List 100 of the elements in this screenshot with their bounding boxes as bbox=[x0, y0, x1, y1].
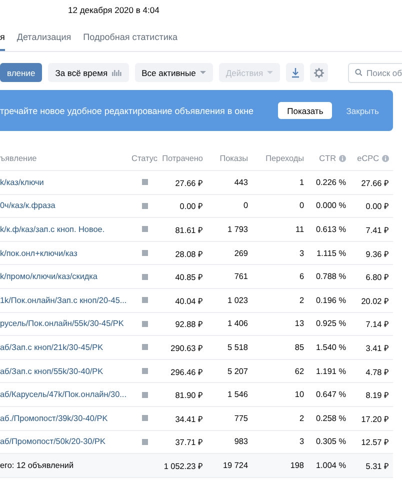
table-cell: 761 bbox=[207, 265, 252, 289]
table-cell: 443 bbox=[207, 171, 252, 195]
download-icon bbox=[290, 68, 300, 78]
ad-link[interactable]: аб./Промопост/39k/30-40/PK bbox=[0, 414, 108, 423]
info-icon bbox=[382, 155, 389, 162]
ad-link[interactable]: k/пок.онл+ключи/каз bbox=[0, 248, 78, 258]
table-cell: 0.788 % bbox=[308, 265, 350, 289]
table-cell: 3 bbox=[252, 242, 308, 266]
table-cell: 1 bbox=[252, 171, 308, 195]
table-cell: 2 bbox=[252, 288, 308, 313]
table-cell: 17.20 ₽ bbox=[350, 406, 393, 431]
total-cell: 1.004 % bbox=[308, 454, 350, 478]
table-cell: 4.78 ₽ bbox=[350, 360, 393, 384]
info-icon bbox=[339, 155, 346, 162]
ad-link[interactable]: 1k/Пок.онлайн/Зап.с кноп/20-45... bbox=[0, 296, 127, 305]
settings-button[interactable] bbox=[310, 63, 328, 82]
ad-link[interactable]: русель/Пок.онлайн/55k/30-45/PK bbox=[0, 319, 124, 328]
table-cell: 290.63 ₽ bbox=[161, 336, 207, 360]
chart-icon bbox=[112, 69, 122, 76]
table-cell: 34.41 ₽ bbox=[161, 406, 207, 431]
table-cell: 20.02 ₽ bbox=[350, 288, 393, 313]
show-button[interactable]: Показать bbox=[278, 102, 332, 119]
total-cell: 19 724 bbox=[207, 454, 252, 478]
stopped-status-icon bbox=[142, 320, 148, 327]
stopped-status-icon bbox=[142, 392, 148, 398]
table-cell: 0.000 % bbox=[308, 194, 350, 218]
column-header: Переходы bbox=[252, 147, 308, 171]
stopped-status-icon bbox=[142, 297, 148, 304]
table-cell: 5 207 bbox=[207, 360, 252, 384]
tab[interactable]: я bbox=[0, 22, 5, 51]
table-cell: 85 bbox=[252, 336, 308, 360]
table-cell: 0.196 % bbox=[308, 288, 350, 313]
table-cell: 81.90 ₽ bbox=[161, 383, 207, 407]
stopped-status-icon bbox=[142, 344, 148, 350]
table-cell: 40.85 ₽ bbox=[161, 265, 207, 289]
table-cell: 3.41 ₽ bbox=[350, 336, 393, 360]
ad-link[interactable]: аб/Зап.с кноп/55k/30-40/PK bbox=[0, 366, 104, 376]
create-ad-button[interactable]: вление bbox=[0, 63, 42, 82]
ad-link[interactable]: аб/Зап.с кноп/21k/30-45/PK bbox=[0, 342, 104, 352]
caret-icon bbox=[267, 70, 274, 74]
banner-text: тречайте новое удобное редактирование объявления в окне bbox=[0, 106, 255, 116]
stopped-status-icon bbox=[142, 226, 148, 232]
table-cell: 62 bbox=[252, 360, 308, 384]
status-filter-dropdown[interactable]: Все активные bbox=[134, 63, 213, 82]
table-cell: 81.61 ₽ bbox=[161, 218, 207, 242]
update-date: 12 декабря 2020 в 4:04 bbox=[67, 4, 160, 17]
stopped-status-icon bbox=[142, 274, 148, 280]
table-cell: 775 bbox=[207, 406, 252, 431]
column-header: Потрачено bbox=[161, 147, 207, 171]
table-cell: 1 023 bbox=[207, 288, 252, 313]
table-cell: 1.191 % bbox=[308, 360, 350, 384]
ad-link[interactable]: аб/Промопост/50k/20-30/PK bbox=[0, 437, 106, 446]
stopped-status-icon bbox=[142, 415, 148, 422]
table-cell: 2 bbox=[252, 406, 308, 431]
total-cell: 198 bbox=[252, 454, 308, 478]
table-cell: 0.925 % bbox=[308, 312, 350, 336]
table-cell: 0.226 % bbox=[308, 171, 350, 195]
download-button[interactable] bbox=[286, 63, 304, 82]
table-cell: 11 bbox=[252, 218, 308, 242]
ad-link[interactable]: k/промо/ключи/каз/скидка bbox=[0, 272, 98, 282]
tab[interactable]: Детализация bbox=[16, 22, 72, 51]
table-cell: 7.41 ₽ bbox=[350, 218, 393, 242]
column-header: ъявление bbox=[0, 147, 128, 171]
total-label: его: 12 объявлений bbox=[0, 454, 128, 478]
table-cell: 27.66 ₽ bbox=[350, 171, 393, 195]
table-cell: 0.00 ₽ bbox=[350, 194, 393, 218]
stopped-status-icon bbox=[142, 250, 148, 256]
table-cell: 9.36 ₽ bbox=[350, 242, 393, 266]
table-cell: 92.88 ₽ bbox=[161, 312, 207, 336]
table-cell: 269 bbox=[207, 242, 252, 266]
table-cell: 40.04 ₽ bbox=[161, 288, 207, 313]
table-cell: 1.115 % bbox=[308, 242, 350, 266]
settings-icon bbox=[314, 68, 324, 78]
table-cell: 28.08 ₽ bbox=[161, 242, 207, 266]
table-cell: 1 546 bbox=[207, 383, 252, 407]
column-header: Статус bbox=[128, 147, 161, 171]
table-cell: 1 406 bbox=[207, 312, 252, 336]
table-cell: 296.46 ₽ bbox=[161, 360, 207, 384]
caret-icon bbox=[200, 70, 206, 74]
period-button[interactable]: За всё время bbox=[48, 63, 129, 82]
table-cell: 5 518 bbox=[207, 336, 252, 360]
stopped-status-icon bbox=[142, 179, 148, 186]
search-icon bbox=[355, 68, 362, 77]
stopped-status-icon bbox=[142, 438, 148, 445]
stopped-status-icon bbox=[142, 202, 148, 209]
table-cell: 1 793 bbox=[207, 218, 252, 242]
column-header: Показы bbox=[207, 147, 252, 171]
ad-link[interactable]: k/каз/ключи bbox=[0, 178, 44, 187]
table-cell: 10 bbox=[252, 383, 308, 407]
table-cell: 0.613 % bbox=[308, 218, 350, 242]
ad-link[interactable]: аб/Карусель/47k/Пок.онлайн/30... bbox=[0, 390, 126, 400]
total-cell: 1 052.23 ₽ bbox=[161, 454, 207, 478]
ad-link[interactable]: 0ч/каз/к.фраза bbox=[0, 201, 56, 210]
stopped-status-icon bbox=[142, 368, 148, 374]
tab[interactable]: Подробная статистика bbox=[83, 22, 178, 51]
table-cell: 0.258 % bbox=[308, 406, 350, 431]
total-cell: 5.31 ₽ bbox=[350, 454, 393, 478]
table-cell: 0 bbox=[252, 194, 308, 218]
ad-link[interactable]: k/к.ф/каз/зап.с кноп. Новое. bbox=[0, 224, 105, 234]
table-cell: 13 bbox=[252, 312, 308, 336]
